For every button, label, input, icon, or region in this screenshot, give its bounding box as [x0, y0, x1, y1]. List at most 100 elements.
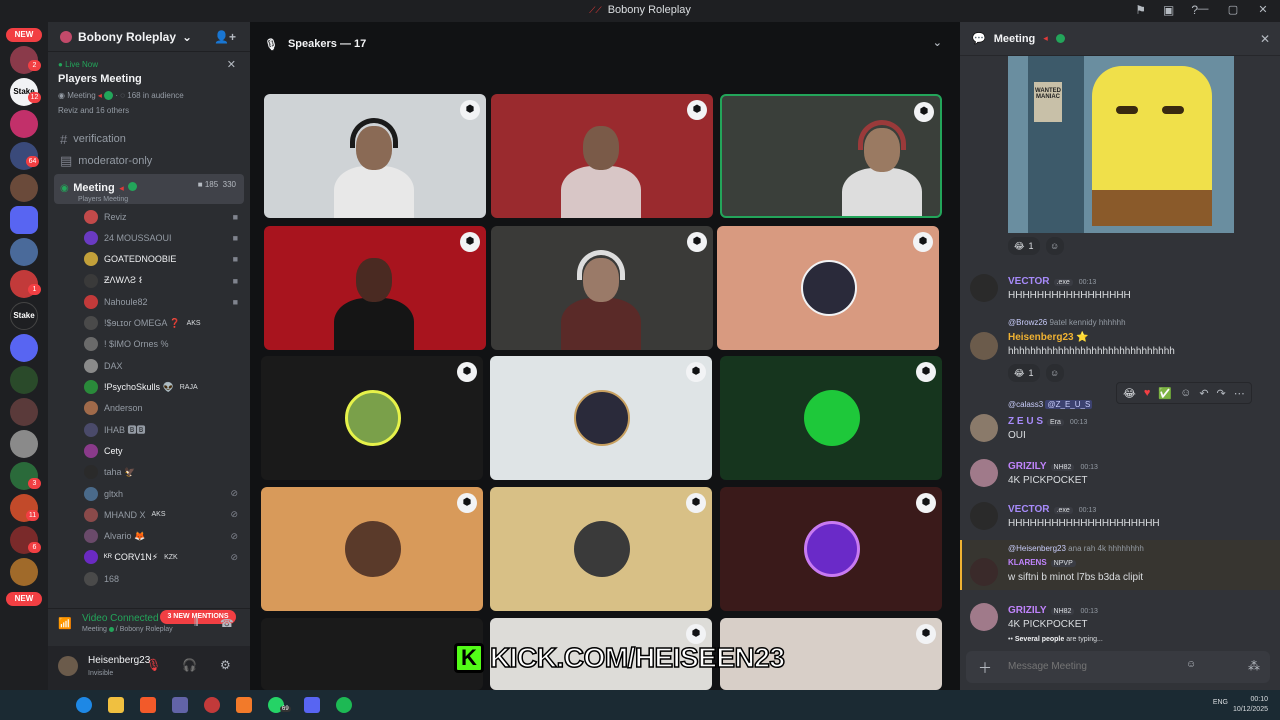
voice-user[interactable]: ƵΛWΛƧ 𐌔 ■ [48, 270, 250, 291]
speaker-tile-avatar[interactable]: ⬢ [720, 356, 942, 480]
voice-connected-label[interactable]: Video Connected [58, 613, 240, 624]
message-author[interactable]: VECTOR .exe 00:13 [1008, 504, 1096, 515]
new-badge[interactable]: NEW [6, 592, 42, 606]
message-input[interactable] [1008, 661, 1188, 672]
screen-icon[interactable]: ▣ [1163, 3, 1174, 17]
pin-icon[interactable]: ⬢ [687, 232, 707, 252]
voice-user[interactable]: IHAB 🅱🅱 [48, 419, 250, 440]
folder-icon[interactable] [108, 697, 124, 713]
speaker-tile-avatar[interactable]: ⬢ [490, 487, 712, 611]
speaker-tile-video-speaking[interactable]: ⬢ [720, 94, 942, 218]
message-author[interactable]: Z E U S Era 00:13 [1008, 416, 1087, 427]
add-reaction-icon[interactable]: ☺ [1045, 237, 1064, 255]
message-author[interactable]: VECTOR .exe 00:13 [1008, 276, 1096, 287]
new-badge[interactable]: NEW [6, 28, 42, 42]
avatar[interactable] [970, 502, 998, 530]
pin-icon[interactable]: ⬢ [914, 102, 934, 122]
speaker-tile-video[interactable]: ⬢ [491, 226, 713, 350]
headphones-icon[interactable]: 🎧 [182, 658, 197, 672]
voice-user[interactable]: gltxh ⊘ [48, 483, 250, 504]
mic-muted-icon[interactable]: 🎙 [146, 658, 161, 672]
reply-preview[interactable]: @calass3 @Z_E_U_S [1008, 400, 1093, 409]
pin-icon[interactable]: ⬢ [913, 232, 933, 252]
avatar[interactable] [970, 558, 998, 586]
avatar[interactable] [970, 274, 998, 302]
pin-icon[interactable]: ⬢ [686, 362, 706, 382]
spotify-icon[interactable] [336, 697, 352, 713]
emoji-icon[interactable]: ☺ [1186, 659, 1196, 670]
voice-user[interactable]: !$ɘʟɪoɾ OMEGA ❓ AKS [48, 312, 250, 333]
speaker-tile-avatar[interactable]: ⬢ [720, 487, 942, 611]
avatar[interactable] [970, 332, 998, 360]
chevron-down-icon[interactable]: ⌄ [933, 36, 942, 49]
close-icon[interactable]: ✕ [227, 58, 236, 71]
channel-moderator-only[interactable]: ▤ moderator-only [48, 150, 250, 172]
voice-user[interactable]: taha 🦅 [48, 462, 250, 483]
speaker-tile-avatar[interactable] [261, 618, 483, 690]
gif-attachment[interactable]: WANTED MANIAC [1008, 56, 1234, 233]
voice-user[interactable]: DAX [48, 355, 250, 376]
maximize-button[interactable]: ▢ [1226, 3, 1240, 16]
speaker-tile-avatar[interactable]: ⬢ [490, 356, 712, 480]
pin-icon[interactable]: ⬢ [916, 493, 936, 513]
pin-icon[interactable]: ⬢ [460, 100, 480, 120]
live-stage-card[interactable]: ● Live Now Players Meeting ◉ Meeting ◂ ·… [54, 56, 244, 120]
speaker-tile-video[interactable]: ⬢ [491, 94, 713, 218]
discord-icon[interactable] [10, 334, 38, 362]
pin-icon[interactable]: ⬢ [687, 100, 707, 120]
pin-icon[interactable]: ⬢ [460, 232, 480, 252]
voice-user[interactable]: ! $IMO Ornes % [48, 334, 250, 355]
avatar[interactable] [58, 656, 78, 676]
message-author[interactable]: Heisenberg23 ⭐ [1008, 332, 1089, 343]
server-icon[interactable] [10, 366, 38, 394]
server-icon[interactable] [10, 558, 38, 586]
channel-meeting-active[interactable]: ◉ Meeting ◂ Players Meeting ■ 185 330 [54, 174, 244, 204]
message-author[interactable]: GRIZILY NH82 00:13 [1008, 605, 1098, 616]
message-author[interactable]: KLARENS NPVP [1008, 558, 1076, 567]
channel-verification[interactable]: # verification [48, 128, 250, 150]
pin-icon[interactable]: ⬢ [916, 362, 936, 382]
apps-icon[interactable]: ⁂ [1248, 659, 1260, 673]
teams-icon[interactable] [172, 697, 188, 713]
laugh-emoji-icon[interactable]: 😂 [1123, 387, 1136, 400]
edge-icon[interactable] [76, 697, 92, 713]
clock[interactable]: 00:10 10/12/2025 [1233, 695, 1268, 715]
close-icon[interactable]: ✕ [1260, 32, 1270, 46]
add-reaction-icon[interactable]: ☺ [1045, 364, 1064, 382]
voice-user[interactable]: 24 MOUSSAOUI ■ [48, 227, 250, 248]
avatar[interactable] [970, 603, 998, 631]
brave-icon[interactable] [140, 697, 156, 713]
voice-user[interactable]: ᴷᴿ CORV1N⚡ KZK ⊘ [48, 547, 250, 568]
close-button[interactable]: ✕ [1256, 3, 1270, 16]
pin-icon[interactable]: ⬢ [457, 493, 477, 513]
voice-user[interactable]: MHAND X AKS ⊘ [48, 504, 250, 525]
voice-user[interactable]: !PsychoSkulls 👽 RAJA [48, 376, 250, 397]
voice-user[interactable]: Anderson [48, 398, 250, 419]
server-icon-stake[interactable]: Stake [10, 302, 38, 330]
pin-icon[interactable]: ⬢ [457, 362, 477, 382]
more-icon[interactable]: ⋯ [1234, 387, 1245, 400]
server-icon[interactable] [10, 398, 38, 426]
user-name[interactable]: Heisenberg23 [88, 655, 150, 666]
add-reaction-icon[interactable]: ☺ [1180, 387, 1191, 399]
speaker-tile-video[interactable]: ⬢ [264, 94, 486, 218]
discord-icon[interactable] [304, 697, 320, 713]
heart-icon[interactable]: ♥ [1144, 387, 1151, 399]
server-icon[interactable] [10, 110, 38, 138]
forward-icon[interactable]: ↷ [1217, 387, 1226, 400]
server-icon[interactable] [10, 174, 38, 202]
speaker-tile-avatar[interactable]: ⬢ [261, 487, 483, 611]
disconnect-icon[interactable]: ☎ [220, 617, 234, 630]
reply-preview[interactable]: @Heisenberg23 ana rah 4k hhhhhhhh [1008, 544, 1144, 553]
server-icon[interactable] [10, 238, 38, 266]
plus-icon[interactable]: ＋ [978, 658, 992, 678]
avatar[interactable] [970, 459, 998, 487]
voice-user[interactable]: Nahoule82 ■ [48, 291, 250, 312]
app-icon[interactable] [204, 697, 220, 713]
pin-icon[interactable]: ⬢ [686, 493, 706, 513]
inbox-icon[interactable]: ⚑ [1135, 3, 1146, 17]
speaker-tile-avatar[interactable]: ⬢ [261, 356, 483, 480]
voice-user[interactable]: Reviz ■ [48, 206, 250, 227]
signal-icon[interactable]: 📶 [58, 617, 72, 630]
reaction-laugh[interactable]: 😂 1 [1008, 237, 1040, 255]
